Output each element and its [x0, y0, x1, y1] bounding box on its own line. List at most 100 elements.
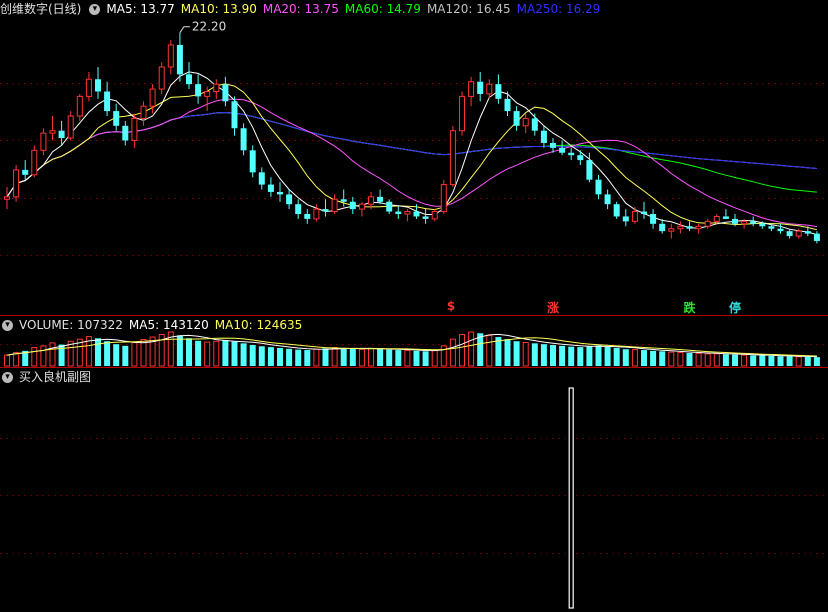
candle-body — [504, 98, 511, 112]
candle-body — [477, 81, 484, 94]
candle-body — [732, 218, 738, 224]
volume-bar — [813, 357, 820, 366]
volume-bar — [777, 356, 784, 366]
chevron-down-icon[interactable]: ▾ — [2, 320, 13, 331]
volume-bar — [31, 347, 38, 367]
volume-bar — [176, 335, 183, 366]
volume-bar — [40, 345, 47, 367]
candle-body — [213, 83, 220, 93]
candle-body — [176, 44, 183, 75]
candle-body — [522, 117, 529, 127]
ma250-value: MA250: 16.29 — [516, 2, 601, 16]
volume-bar — [104, 341, 111, 366]
candle-body — [313, 208, 320, 220]
volume-ma5-line — [6, 333, 817, 358]
volume-bar — [13, 352, 20, 367]
panel-divider — [0, 315, 828, 316]
candle-body — [413, 211, 420, 217]
volume-bar — [531, 343, 538, 366]
candle-body — [595, 179, 602, 195]
candle-body — [604, 194, 611, 205]
volume-bar — [249, 345, 256, 366]
ma10-line — [6, 83, 818, 231]
candle-body — [550, 142, 556, 148]
volume-bar — [258, 346, 265, 366]
candle-body — [777, 228, 784, 232]
volume-header: ▾ VOLUME: 107322 MA5: 143120 MA10: 124635 — [0, 316, 308, 334]
candle-body — [4, 196, 10, 200]
candle-body — [104, 91, 111, 112]
candle-body — [340, 199, 347, 202]
candle-body — [622, 216, 629, 222]
candle-body — [713, 215, 720, 222]
candle-body — [204, 91, 211, 97]
chevron-down-icon[interactable]: ▾ — [89, 4, 101, 15]
volume-bar — [568, 346, 575, 366]
main-chart-header: 创维数字(日线) ▾ MA5: 13.77 MA10: 13.90 MA20: 13.7… — [0, 0, 606, 18]
volume-bar — [586, 346, 593, 366]
volume-bar — [195, 340, 202, 366]
volume-bar — [277, 347, 283, 366]
kline-chart[interactable]: 22.20 — [0, 0, 828, 612]
candle-body — [459, 95, 465, 132]
volume-bar — [331, 347, 338, 367]
candle-body — [440, 184, 447, 213]
ma120-line — [6, 111, 817, 198]
sub-chart-header: ▾ 买入良机副图 — [0, 368, 97, 386]
candle-body — [641, 211, 647, 214]
volume-bar — [486, 334, 493, 367]
volume-bar — [404, 349, 411, 367]
candle-body — [404, 211, 411, 215]
volume-bar — [577, 347, 584, 366]
volume-bar — [622, 349, 629, 366]
chevron-down-icon[interactable]: ▾ — [2, 372, 13, 383]
candle-body — [95, 79, 101, 92]
volume-bar — [413, 350, 420, 366]
signal-marker: 停 — [729, 301, 742, 315]
ma5-line — [6, 71, 818, 236]
volume-bar — [732, 354, 738, 366]
volume-bar — [186, 338, 192, 366]
ma250-line — [6, 111, 817, 198]
volume-bar — [140, 339, 147, 367]
candle-body — [449, 130, 456, 186]
volume-ma5-value: MA5: 143120 — [128, 318, 209, 332]
volume-bar — [295, 349, 302, 366]
candle-body — [468, 81, 475, 97]
candle-body — [513, 111, 520, 126]
candle-body — [67, 115, 74, 139]
volume-bar — [358, 348, 365, 367]
ma20-value: MA20: 13.75 — [262, 2, 339, 16]
volume-bar — [213, 340, 220, 367]
volume-bar — [286, 348, 293, 366]
volume-bar — [595, 345, 602, 366]
volume-bar — [504, 339, 511, 366]
ma60-value: MA60: 14.79 — [344, 2, 421, 16]
volume-bar — [550, 345, 556, 366]
candle-body — [267, 184, 274, 192]
volume-bar — [240, 343, 247, 366]
candle-body — [322, 209, 329, 212]
candle-body — [631, 211, 638, 222]
candle-body — [704, 220, 711, 227]
candle-body — [277, 191, 283, 195]
volume-bar — [322, 348, 329, 366]
candle-body — [668, 228, 675, 232]
candle-body — [495, 84, 502, 99]
volume-bar — [768, 355, 775, 366]
candle-body — [650, 214, 657, 224]
candle-body — [85, 78, 92, 97]
volume-bar — [722, 354, 729, 366]
candle-body — [759, 223, 766, 227]
volume-bar — [222, 339, 229, 366]
candle-body — [804, 231, 811, 234]
signal-marker: 跌 — [683, 301, 696, 315]
volume-bar — [804, 356, 811, 366]
volume-bar — [468, 331, 475, 367]
volume-bar — [122, 345, 129, 366]
candle-body — [76, 95, 83, 117]
high-label: 22.20 — [192, 20, 226, 34]
candle-body — [186, 74, 192, 85]
candle-body — [768, 226, 775, 229]
candle-body — [140, 105, 147, 119]
